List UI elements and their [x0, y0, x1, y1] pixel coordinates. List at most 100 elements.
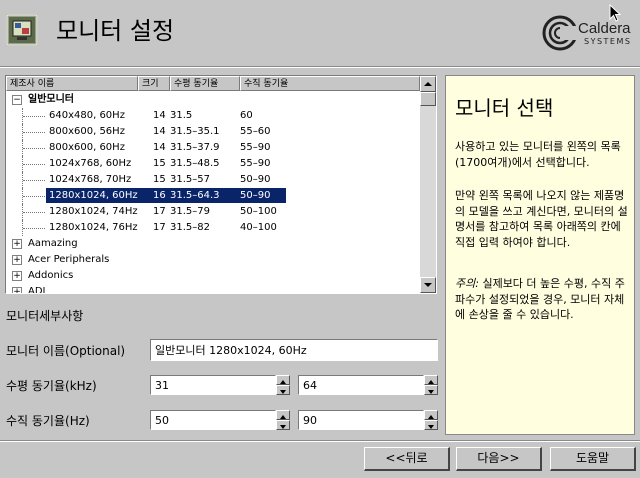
tree-connector [23, 180, 45, 181]
arrow-down-icon [428, 390, 434, 394]
next-button[interactable]: 다음>> [456, 447, 542, 471]
column-header-manufacturer[interactable]: 제조사 이름 [6, 76, 138, 91]
details-section-label: 모니터세부사항 [6, 309, 84, 323]
monitor-hsync-cell: 31.5 [170, 110, 193, 121]
expand-icon[interactable]: + [12, 239, 22, 249]
monitor-setup-icon [6, 14, 38, 46]
scroll-thumb[interactable] [420, 92, 436, 106]
monitor-vsync-cell: 55–60 [240, 126, 271, 137]
vsync-min-stepper[interactable] [276, 410, 290, 430]
vsync-max-stepper[interactable] [424, 410, 438, 430]
expand-icon[interactable]: + [12, 271, 22, 281]
group-name: ADI [28, 286, 46, 293]
help-button[interactable]: 도움말 [550, 447, 636, 471]
tree-group-row[interactable]: + Addonics [6, 268, 420, 284]
arrow-down-icon [428, 425, 434, 429]
monitor-name-cell: 1024x768, 70Hz [49, 174, 132, 185]
monitor-row[interactable]: 800x600, 60Hz 14 31.5–37.9 55–90 [6, 140, 420, 156]
help-note-text: 실제보다 더 높은 수평, 수직 주파수가 설정되었을 경우, 모니터 자체에 … [455, 277, 625, 321]
hsync-label: 수평 동기율(kHz) [6, 379, 97, 393]
mouse-pointer-icon [609, 4, 622, 22]
column-header-vsync[interactable]: 수직 동기율 [240, 76, 420, 91]
arrow-down-icon [280, 390, 286, 394]
stepper-down-button[interactable] [276, 385, 290, 395]
help-note: 주의: 실제보다 더 높은 수평, 수직 주파수가 설정되었을 경우, 모니터 … [455, 276, 631, 323]
monitor-row[interactable]: 1024x768, 60Hz 15 31.5–48.5 55–90 [6, 156, 420, 172]
tree-connector [23, 148, 45, 149]
logo-subtitle: SYSTEMS [584, 37, 632, 46]
logo-wordmark: Caldera [578, 20, 631, 37]
hsync-max-input[interactable] [298, 375, 424, 395]
hsync-min-stepper[interactable] [276, 375, 290, 395]
scroll-down-button[interactable] [420, 277, 436, 293]
arrow-down-icon [424, 283, 432, 287]
stepper-up-button[interactable] [276, 410, 290, 420]
monitor-name-cell: 800x600, 56Hz [49, 126, 125, 137]
stepper-up-button[interactable] [424, 375, 438, 385]
monitor-name-cell: 640x480, 60Hz [49, 110, 125, 121]
collapse-icon[interactable]: − [12, 95, 22, 105]
monitor-vsync-cell: 50–100 [240, 206, 277, 217]
scroll-up-button[interactable] [420, 76, 436, 92]
monitor-name-input[interactable] [150, 339, 438, 361]
help-panel: 모니터 선택 사용하고 있는 모니터를 왼쪽의 목록(1700여개)에서 선택합… [445, 75, 635, 435]
vsync-max-input[interactable] [298, 410, 424, 430]
monitor-row[interactable]: 1280x1024, 76Hz 17 31.5–82 40–100 [6, 220, 420, 236]
monitor-name-cell: 1280x1024, 76Hz [49, 222, 138, 233]
tree-connector [23, 116, 45, 117]
monitor-row[interactable]: 640x480, 60Hz 14 31.5 60 [6, 108, 420, 124]
monitor-size-cell: 14 [153, 126, 166, 137]
monitor-name-cell: 1024x768, 60Hz [49, 158, 132, 169]
monitor-list[interactable]: 제조사 이름 크기 수평 동기율 수직 동기율 − 일반모니터 640x480, 6… [5, 75, 437, 294]
monitor-hsync-cell: 31.5–35.1 [170, 126, 220, 137]
tree-connector [23, 132, 45, 133]
monitor-name-cell: 1280x1024, 60Hz [49, 190, 138, 201]
stepper-down-button[interactable] [424, 385, 438, 395]
group-name: 일반모니터 [28, 94, 74, 105]
help-paragraph-2: 만약 왼쪽 목록에 나오지 않는 제품명의 모델을 쓰고 계신다면, 모니터의 … [455, 189, 628, 249]
hsync-min-input[interactable] [150, 375, 276, 395]
monitor-row[interactable]: 1280x1024, 74Hz 17 31.5–79 50–100 [6, 204, 420, 220]
arrow-up-icon [424, 82, 432, 86]
monitor-hsync-cell: 31.5–64.3 [170, 190, 220, 201]
tree-connector [23, 228, 45, 229]
tree-group-row[interactable]: + Aamazing [6, 236, 420, 252]
tree-group-row[interactable]: + Acer Peripherals [6, 252, 420, 268]
monitor-vsync-cell: 55–90 [240, 158, 271, 169]
monitor-name-cell: 800x600, 60Hz [49, 142, 125, 153]
stepper-down-button[interactable] [424, 420, 438, 430]
tree-group-row[interactable]: − 일반모니터 [6, 92, 420, 108]
back-button[interactable]: <<뒤로 [364, 447, 450, 471]
monitor-size-cell: 15 [153, 174, 166, 185]
header-divider [0, 66, 640, 68]
vsync-min-input[interactable] [150, 410, 276, 430]
monitor-size-cell: 17 [153, 222, 166, 233]
monitor-row[interactable]: 1280x1024, 60Hz 16 31.5–64.3 50–90 [6, 188, 420, 204]
expand-icon[interactable]: + [12, 287, 22, 293]
expand-icon[interactable]: + [12, 255, 22, 265]
list-scrollbar[interactable] [420, 76, 436, 293]
monitor-name-cell: 1280x1024, 74Hz [49, 206, 138, 217]
monitor-row[interactable]: 800x600, 56Hz 14 31.5–35.1 55–60 [6, 124, 420, 140]
column-header-size[interactable]: 크기 [138, 76, 170, 91]
monitor-vsync-cell: 60 [240, 110, 253, 121]
list-rows: − 일반모니터 640x480, 60Hz 14 31.5 60 800x600, 56Hz… [6, 92, 420, 293]
hsync-max-stepper[interactable] [424, 375, 438, 395]
monitor-hsync-cell: 31.5–79 [170, 206, 210, 217]
stepper-down-button[interactable] [276, 420, 290, 430]
group-name: Acer Peripherals [28, 254, 110, 265]
monitor-size-cell: 15 [153, 158, 166, 169]
monitor-vsync-cell: 50–90 [240, 190, 271, 201]
monitor-hsync-cell: 31.5–37.9 [170, 142, 220, 153]
monitor-hsync-cell: 31.5–48.5 [170, 158, 220, 169]
group-name: Aamazing [28, 238, 78, 249]
stepper-up-button[interactable] [424, 410, 438, 420]
column-header-hsync[interactable]: 수평 동기율 [170, 76, 240, 91]
monitor-row[interactable]: 1024x768, 70Hz 15 31.5–57 50–90 [6, 172, 420, 188]
tree-group-row[interactable]: + ADI [6, 284, 420, 293]
monitor-hsync-cell: 31.5–82 [170, 222, 210, 233]
stepper-up-button[interactable] [276, 375, 290, 385]
footer-divider [0, 440, 640, 442]
tree-connector [23, 196, 45, 197]
monitor-name-label: 모니터 이름(Optional) [6, 344, 126, 358]
